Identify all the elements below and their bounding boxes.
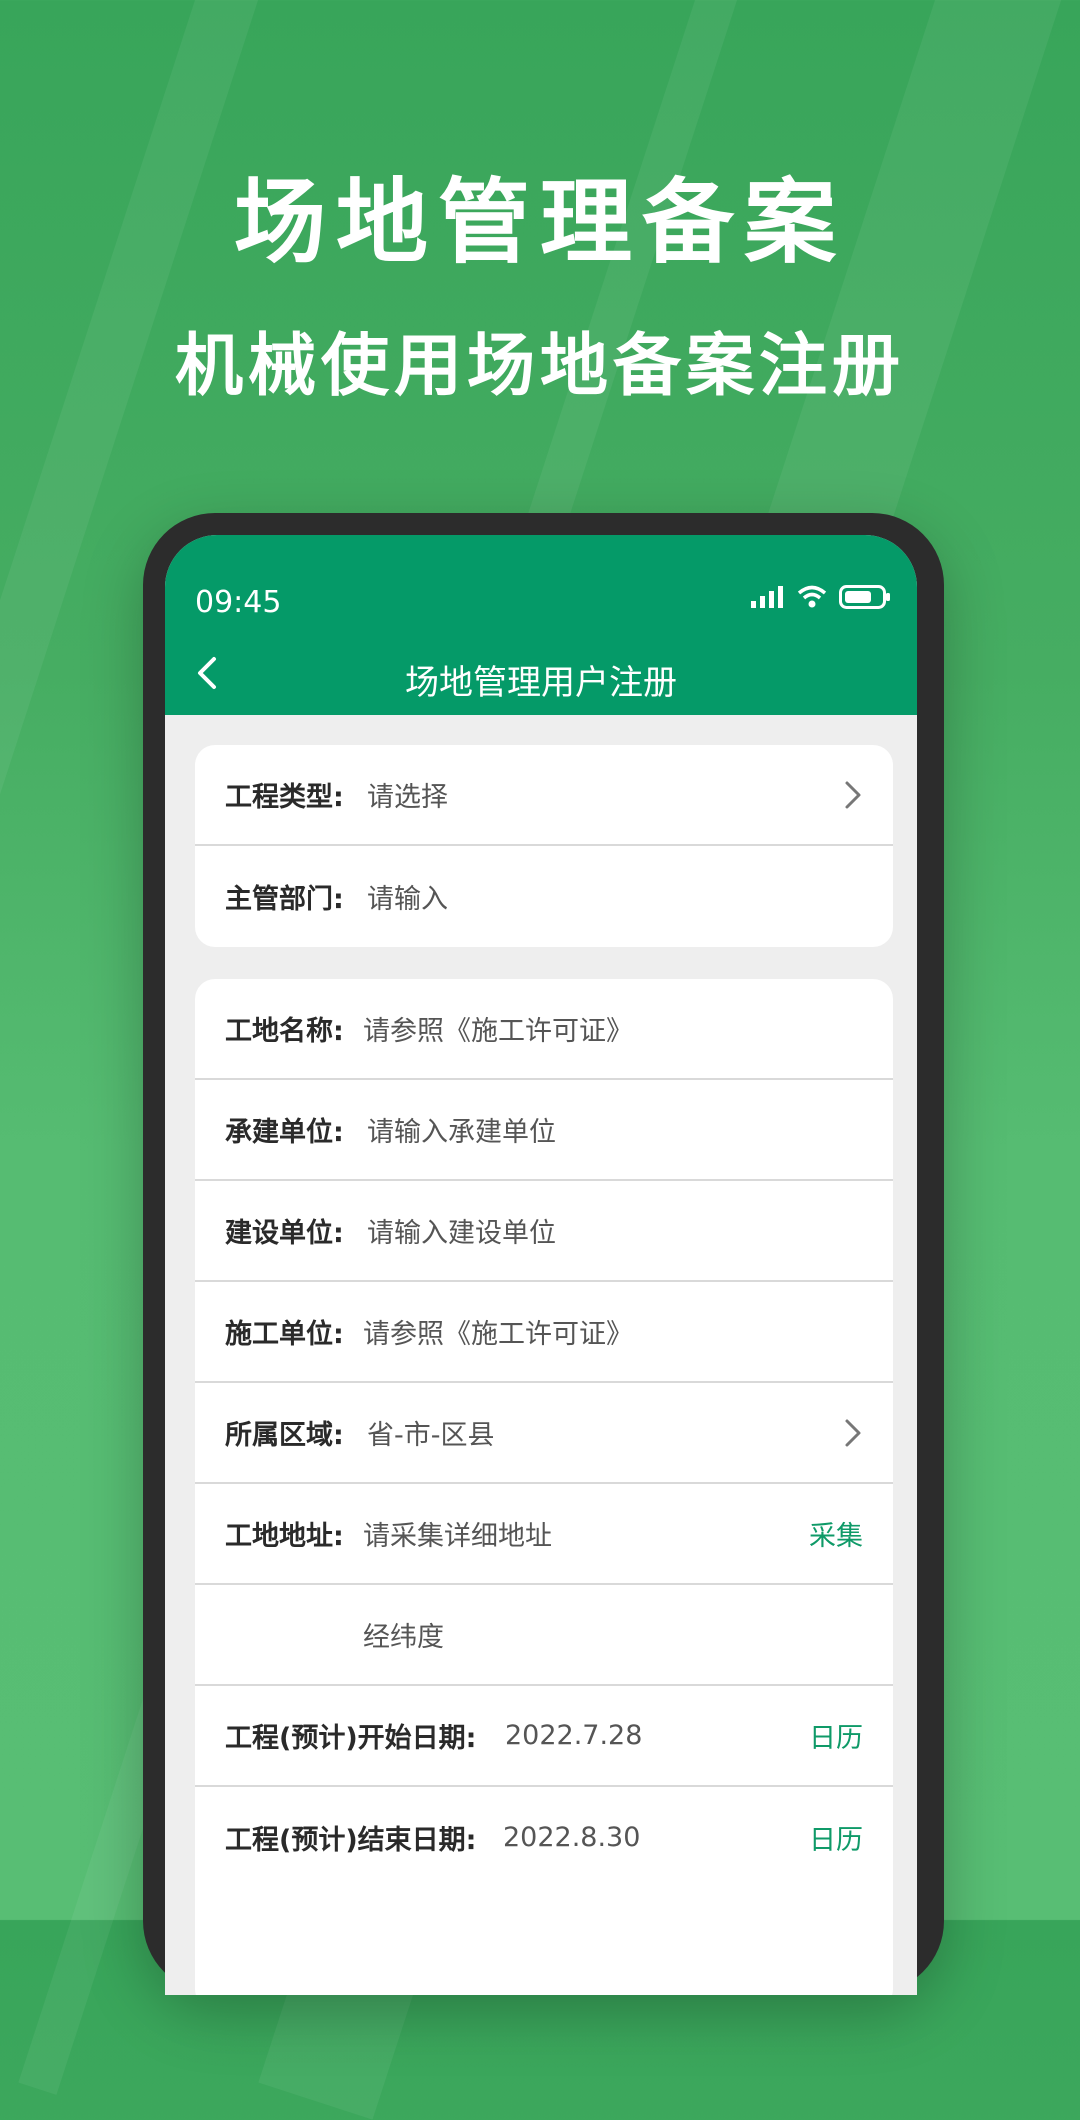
wifi-icon — [797, 585, 827, 608]
contractor-input[interactable]: 请输入承建单位 — [367, 1110, 556, 1149]
promo-subtitle: 机械使用场地备案注册 — [174, 327, 905, 406]
status-time: 09:45 — [195, 585, 282, 620]
start-date-field[interactable]: 2022.7.28 — [505, 1720, 642, 1751]
form-row-project-type[interactable]: 工程类型: 请选择 — [195, 745, 893, 846]
department-input[interactable]: 请输入 — [367, 877, 448, 916]
field-label: 工程(预计)结束日期: — [225, 1825, 477, 1856]
field-label: 所属区域: — [225, 1420, 344, 1451]
field-label: 工地地址: — [225, 1521, 344, 1552]
battery-icon — [839, 585, 890, 609]
promo-title: 场地管理备案 — [233, 169, 846, 276]
collect-address-button[interactable]: 采集 — [809, 1514, 863, 1553]
chevron-right-icon — [845, 781, 861, 809]
project-type-select[interactable]: 请选择 — [367, 775, 448, 814]
form-row-department: 主管部门: 请输入 — [195, 846, 893, 947]
form-row-construction-unit: 施工单位: 请参照《施工许可证》 — [195, 1282, 893, 1383]
builder-input[interactable]: 请输入建设单位 — [367, 1211, 556, 1250]
region-select[interactable]: 省-市-区县 — [367, 1413, 495, 1452]
phone-frame: 09:45 场地管理用户注册 工程类型: 请选择 主管部门: 请输入 工地名称:… — [143, 513, 944, 1995]
form-row-contractor: 承建单位: 请输入承建单位 — [195, 1080, 893, 1181]
form-row-region[interactable]: 所属区域: 省-市-区县 — [195, 1383, 893, 1484]
app-bar: 09:45 场地管理用户注册 — [165, 535, 917, 715]
construction-unit-input[interactable]: 请参照《施工许可证》 — [363, 1312, 633, 1351]
start-date-calendar-button[interactable]: 日历 — [809, 1716, 863, 1755]
form-row-end-date: 工程(预计)结束日期: 2022.8.30 日历 — [195, 1787, 893, 1888]
signal-icon — [751, 586, 783, 608]
form-row-site-name: 工地名称: 请参照《施工许可证》 — [195, 979, 893, 1080]
field-label: 建设单位: — [225, 1218, 344, 1249]
end-date-field[interactable]: 2022.8.30 — [503, 1822, 640, 1853]
field-label: 工地名称: — [225, 1016, 344, 1047]
field-label: 工程类型: — [225, 782, 344, 813]
end-date-calendar-button[interactable]: 日历 — [809, 1818, 863, 1857]
form-card-site: 工地名称: 请参照《施工许可证》 承建单位: 请输入承建单位 建设单位: 请输入… — [195, 979, 893, 1995]
form-row-builder: 建设单位: 请输入建设单位 — [195, 1181, 893, 1282]
form-row-start-date: 工程(预计)开始日期: 2022.7.28 日历 — [195, 1686, 893, 1787]
page-title: 场地管理用户注册 — [405, 663, 677, 703]
form-row-coordinates: 经纬度 — [195, 1585, 893, 1686]
site-address-input[interactable]: 请采集详细地址 — [363, 1514, 552, 1553]
status-icons — [751, 585, 891, 609]
field-label: 主管部门: — [225, 884, 344, 915]
coordinates-field[interactable]: 经纬度 — [363, 1615, 444, 1654]
phone-screen: 09:45 场地管理用户注册 工程类型: 请选择 主管部门: 请输入 工地名称:… — [165, 535, 917, 1995]
chevron-right-icon — [845, 1419, 861, 1447]
field-label: 承建单位: — [225, 1117, 344, 1148]
site-name-input[interactable]: 请参照《施工许可证》 — [363, 1009, 633, 1048]
field-label: 施工单位: — [225, 1319, 344, 1350]
form-card-project: 工程类型: 请选择 主管部门: 请输入 — [195, 745, 893, 947]
form-row-site-address: 工地地址: 请采集详细地址 采集 — [195, 1484, 893, 1585]
field-label: 工程(预计)开始日期: — [225, 1723, 477, 1754]
